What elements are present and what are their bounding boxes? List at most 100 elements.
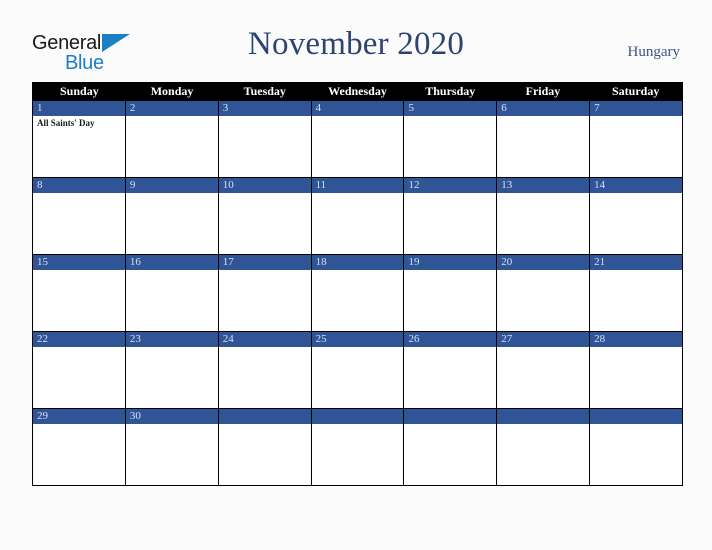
calendar-day-cell[interactable]: 5 [403, 101, 497, 177]
day-number: 28 [590, 332, 683, 347]
day-number: 18 [311, 255, 404, 270]
day-number: 10 [218, 178, 311, 193]
day-number: 13 [497, 178, 590, 193]
day-events [125, 347, 218, 408]
day-number: 8 [33, 178, 125, 193]
day-number: 14 [590, 178, 683, 193]
day-events [404, 193, 497, 254]
calendar-week-row: 8 9 10 11 12 13 14 [33, 177, 683, 254]
day-number [218, 409, 311, 424]
calendar-day-cell[interactable] [403, 409, 497, 485]
weekday-header-friday: Friday [525, 84, 561, 98]
day-number: 11 [311, 178, 404, 193]
weekday-header-wednesday: Wednesday [328, 84, 387, 98]
day-number: 6 [497, 101, 590, 116]
day-number: 30 [125, 409, 218, 424]
calendar-day-cell[interactable]: 15 [33, 255, 125, 331]
calendar-day-cell[interactable]: 9 [124, 178, 218, 254]
day-number [404, 409, 497, 424]
calendar-day-cell[interactable]: 11 [310, 178, 404, 254]
calendar-day-cell[interactable]: 28 [589, 332, 683, 408]
day-events: All Saints' Day [33, 116, 125, 177]
day-events [311, 424, 404, 485]
day-events [497, 116, 590, 177]
day-events [218, 116, 311, 177]
calendar-day-cell[interactable]: 23 [124, 332, 218, 408]
calendar-day-cell[interactable]: 1 All Saints' Day [33, 101, 125, 177]
calendar-week-row: 29 30 [33, 408, 683, 485]
day-number [311, 409, 404, 424]
weekday-header-tuesday: Tuesday [243, 84, 286, 98]
calendar-week-row: 15 16 17 18 19 20 21 [33, 254, 683, 331]
day-number: 16 [125, 255, 218, 270]
day-events [33, 424, 125, 485]
day-events [311, 270, 404, 331]
day-number: 26 [404, 332, 497, 347]
day-events [33, 193, 125, 254]
day-events [590, 424, 683, 485]
calendar-day-cell[interactable]: 18 [310, 255, 404, 331]
calendar-day-cell[interactable] [217, 409, 311, 485]
calendar-day-cell[interactable]: 17 [217, 255, 311, 331]
calendar-day-cell[interactable]: 2 [124, 101, 218, 177]
weekday-header-saturday: Saturday [612, 84, 660, 98]
day-events [218, 347, 311, 408]
holiday-event-label: All Saints' Day [37, 118, 95, 128]
country-label: Hungary [627, 44, 681, 60]
calendar-day-cell[interactable]: 13 [496, 178, 590, 254]
day-events [125, 270, 218, 331]
day-events [33, 347, 125, 408]
calendar-day-cell[interactable]: 27 [496, 332, 590, 408]
calendar-day-cell[interactable]: 7 [589, 101, 683, 177]
calendar-day-cell[interactable]: 29 [33, 409, 125, 485]
day-events [590, 193, 683, 254]
calendar-day-cell[interactable]: 6 [496, 101, 590, 177]
calendar-day-cell[interactable] [589, 409, 683, 485]
calendar-day-cell[interactable]: 12 [403, 178, 497, 254]
day-number: 19 [404, 255, 497, 270]
weekday-header-thursday: Thursday [425, 84, 476, 98]
calendar-day-cell[interactable]: 25 [310, 332, 404, 408]
day-events [497, 270, 590, 331]
calendar-day-cell[interactable]: 30 [124, 409, 218, 485]
day-number: 23 [125, 332, 218, 347]
calendar-day-cell[interactable]: 21 [589, 255, 683, 331]
calendar-day-cell[interactable]: 16 [124, 255, 218, 331]
calendar-day-cell[interactable]: 22 [33, 332, 125, 408]
day-events [125, 193, 218, 254]
calendar-day-cell[interactable] [310, 409, 404, 485]
day-number: 24 [218, 332, 311, 347]
day-events [590, 347, 683, 408]
day-events [590, 116, 683, 177]
weekday-header-sunday: Sunday [60, 84, 99, 98]
day-events [590, 270, 683, 331]
day-events [125, 424, 218, 485]
day-number [497, 409, 590, 424]
calendar-day-cell[interactable]: 3 [217, 101, 311, 177]
weekday-header-row: Sunday Monday Tuesday Wednesday Thursday… [33, 82, 682, 101]
day-events [497, 193, 590, 254]
day-events [497, 347, 590, 408]
calendar-day-cell[interactable]: 10 [217, 178, 311, 254]
day-number: 2 [125, 101, 218, 116]
calendar-day-cell[interactable]: 24 [217, 332, 311, 408]
calendar-day-cell[interactable]: 20 [496, 255, 590, 331]
day-events [404, 424, 497, 485]
day-number: 22 [33, 332, 125, 347]
page-header: General Blue November 2020 Hungary [0, 0, 712, 80]
day-events [218, 270, 311, 331]
calendar-day-cell[interactable]: 26 [403, 332, 497, 408]
day-events [311, 347, 404, 408]
calendar-day-cell[interactable]: 14 [589, 178, 683, 254]
day-number: 29 [33, 409, 125, 424]
calendar-day-cell[interactable]: 8 [33, 178, 125, 254]
calendar-weeks: 1 All Saints' Day 2 3 4 5 6 7 8 9 10 11 12 13 14 15 16 17… [33, 101, 683, 485]
day-events [218, 193, 311, 254]
calendar-day-cell[interactable]: 4 [310, 101, 404, 177]
day-number: 12 [404, 178, 497, 193]
day-events [33, 270, 125, 331]
calendar-day-cell[interactable]: 19 [403, 255, 497, 331]
day-number: 21 [590, 255, 683, 270]
day-number: 27 [497, 332, 590, 347]
calendar-day-cell[interactable] [496, 409, 590, 485]
